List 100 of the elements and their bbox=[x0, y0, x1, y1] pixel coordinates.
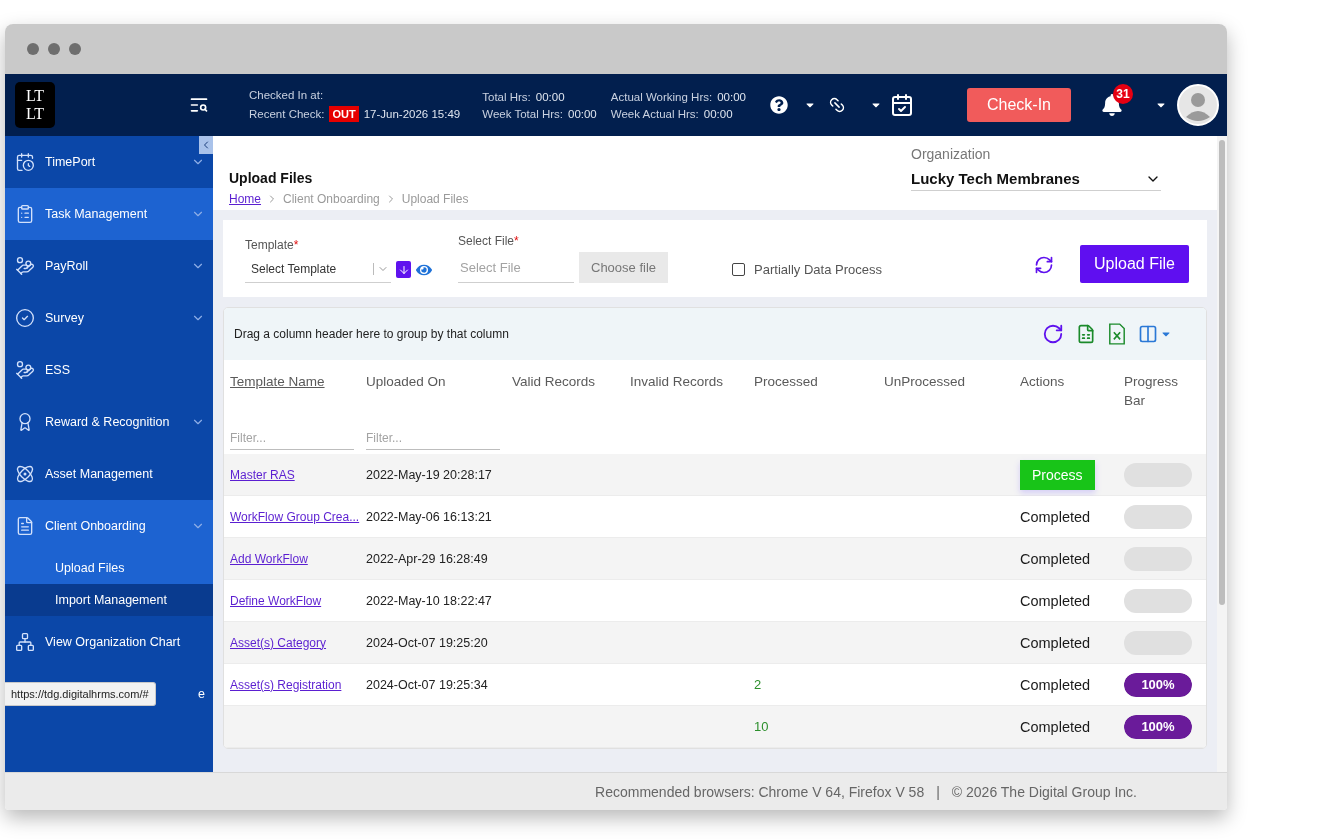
column-header[interactable]: Valid Records bbox=[506, 372, 624, 391]
logo-text: LT bbox=[25, 106, 45, 122]
atom-icon bbox=[15, 464, 35, 484]
footer-text: Recommended browsers: Chrome V 64, Firefox V 58 bbox=[595, 783, 925, 800]
column-header[interactable]: Template Name bbox=[224, 372, 360, 391]
scrollbar[interactable] bbox=[1217, 136, 1227, 772]
field-label: Organization bbox=[911, 146, 992, 162]
status-text: Completed bbox=[1020, 550, 1091, 567]
stat-label: Actual Working Hrs: bbox=[610, 90, 713, 103]
group-by-hint: Drag a column header here to group by that column bbox=[234, 327, 509, 341]
table-cell: 2022-May-06 16:13:21 bbox=[366, 509, 492, 524]
choose-file-button[interactable]: Choose file bbox=[579, 252, 669, 283]
template-link[interactable]: Asset(s) Category bbox=[230, 635, 327, 650]
breadcrumb-link[interactable]: Home bbox=[229, 192, 261, 206]
calendar-clock-icon bbox=[15, 152, 35, 172]
template-link[interactable]: Master RAS bbox=[230, 467, 295, 482]
stat-value: 00:00 bbox=[535, 90, 565, 103]
check-circle-icon bbox=[15, 308, 35, 328]
column-header[interactable]: Progress Bar bbox=[1118, 372, 1198, 410]
sidebar-item[interactable]: Client Onboarding bbox=[5, 500, 213, 552]
scrollbar-thumb[interactable] bbox=[1219, 140, 1225, 605]
sidebar-item[interactable]: Asset Management bbox=[5, 448, 213, 500]
download-icon[interactable] bbox=[396, 261, 411, 278]
checkbox-label[interactable]: Partially Data Process bbox=[754, 262, 882, 277]
status-text: Completed bbox=[1020, 718, 1091, 735]
search-menu-icon[interactable] bbox=[189, 95, 209, 115]
stat-label: Recent Check: bbox=[249, 107, 325, 120]
sidebar-item[interactable]: PayRoll bbox=[5, 240, 213, 292]
status-text: Completed bbox=[1020, 592, 1091, 609]
stat-label: Checked In at: bbox=[249, 88, 324, 101]
notification-badge: 31 bbox=[1113, 84, 1133, 104]
template-link[interactable]: Define WorkFlow bbox=[230, 593, 322, 608]
sidebar-item[interactable]: Survey bbox=[5, 292, 213, 344]
progress-fill: 100% bbox=[1124, 714, 1192, 739]
column-header[interactable]: Actions bbox=[1014, 372, 1118, 391]
organization-select[interactable]: Lucky Tech Membranes bbox=[911, 170, 1161, 191]
columns-icon bbox=[1138, 324, 1158, 344]
table-cell: 2024-Oct-07 19:25:34 bbox=[366, 677, 488, 692]
sidebar-item[interactable]: Task Management bbox=[5, 188, 213, 240]
sidebar-item[interactable]: Reward & Recognition bbox=[5, 396, 213, 448]
stat-label: Total Hrs: bbox=[482, 90, 531, 103]
checkbox[interactable] bbox=[732, 263, 746, 276]
template-select[interactable]: Select Template bbox=[245, 256, 391, 283]
window-dot-icon bbox=[48, 43, 60, 55]
help-icon[interactable] bbox=[769, 96, 788, 114]
breadcrumb-item: Client Onboarding bbox=[283, 192, 380, 206]
network-icon bbox=[15, 632, 35, 652]
sidebar-item[interactable]: ESS bbox=[5, 344, 213, 396]
calendar-check-icon[interactable] bbox=[889, 93, 914, 117]
column-chooser-button[interactable] bbox=[1138, 324, 1172, 344]
table-cell: 2022-May-10 18:22:47 bbox=[366, 593, 492, 608]
status-text: Completed bbox=[1020, 508, 1091, 525]
sidebar-item[interactable]: TimePort bbox=[5, 136, 213, 188]
footer-separator: | bbox=[936, 783, 940, 800]
processed-count: 2 bbox=[754, 677, 762, 692]
stat-value: 00:00 bbox=[568, 107, 597, 120]
stat-label: Week Total Hrs: bbox=[482, 107, 563, 120]
status-badge: OUT bbox=[329, 105, 359, 122]
stat-value: 17-Jun-2026 15:49 bbox=[363, 107, 461, 120]
template-link[interactable]: WorkFlow Group Crea... bbox=[230, 509, 360, 524]
progress-fill: 100% bbox=[1124, 672, 1192, 697]
sidebar-subitem[interactable]: Upload Files bbox=[5, 552, 213, 584]
refresh-icon[interactable] bbox=[1042, 323, 1064, 345]
stat-value: 00:00 bbox=[703, 107, 733, 120]
progress-track bbox=[1124, 588, 1192, 613]
window-dot-icon bbox=[27, 43, 39, 55]
filter-input[interactable]: Filter... bbox=[366, 426, 500, 450]
column-header[interactable]: Processed bbox=[748, 372, 878, 391]
hand-coins-icon bbox=[15, 360, 35, 380]
hand-coins-icon bbox=[15, 256, 35, 276]
logo-text: LT bbox=[25, 88, 45, 104]
processed-count: 10 bbox=[754, 719, 769, 734]
sync-icon[interactable] bbox=[1034, 255, 1055, 275]
field-label: Select File* bbox=[458, 234, 520, 248]
page-title: Upload Files bbox=[229, 170, 314, 186]
stat-value: 00:00 bbox=[717, 90, 746, 103]
window-dot-icon bbox=[69, 43, 81, 55]
field-label: Template* bbox=[245, 238, 300, 252]
file-x-icon[interactable] bbox=[1108, 323, 1126, 345]
file-input[interactable]: Select File bbox=[458, 252, 574, 283]
footer-text: © 2026 The Digital Group Inc. bbox=[951, 783, 1137, 800]
status-text: Completed bbox=[1020, 676, 1091, 693]
user-avatar[interactable] bbox=[1177, 84, 1219, 126]
document-icon bbox=[15, 516, 35, 536]
url-tooltip: https://tdg.digitalhrms.com/# bbox=[5, 682, 156, 706]
template-link[interactable]: Asset(s) Registration bbox=[230, 677, 342, 692]
column-header[interactable]: Invalid Records bbox=[624, 372, 748, 391]
column-header[interactable]: Uploaded On bbox=[360, 372, 506, 391]
status-text: Completed bbox=[1020, 634, 1091, 651]
table-cell: 2022-Apr-29 16:28:49 bbox=[366, 551, 488, 566]
sidebar-item[interactable]: View Organization Chart bbox=[5, 616, 213, 668]
upload-file-button[interactable]: Upload File bbox=[1080, 245, 1189, 283]
stat-label: Week Actual Hrs: bbox=[610, 107, 699, 120]
table-cell: 2022-May-19 20:28:17 bbox=[366, 467, 492, 482]
spreadsheet-file-icon[interactable] bbox=[1076, 323, 1096, 345]
table-cell: 2024-Oct-07 19:25:20 bbox=[366, 635, 488, 650]
column-header[interactable]: UnProcessed bbox=[878, 372, 1014, 391]
filter-input[interactable]: Filter... bbox=[230, 426, 354, 450]
template-link[interactable]: Add WorkFlow bbox=[230, 551, 308, 566]
sidebar-subitem[interactable]: Import Management bbox=[5, 584, 213, 616]
